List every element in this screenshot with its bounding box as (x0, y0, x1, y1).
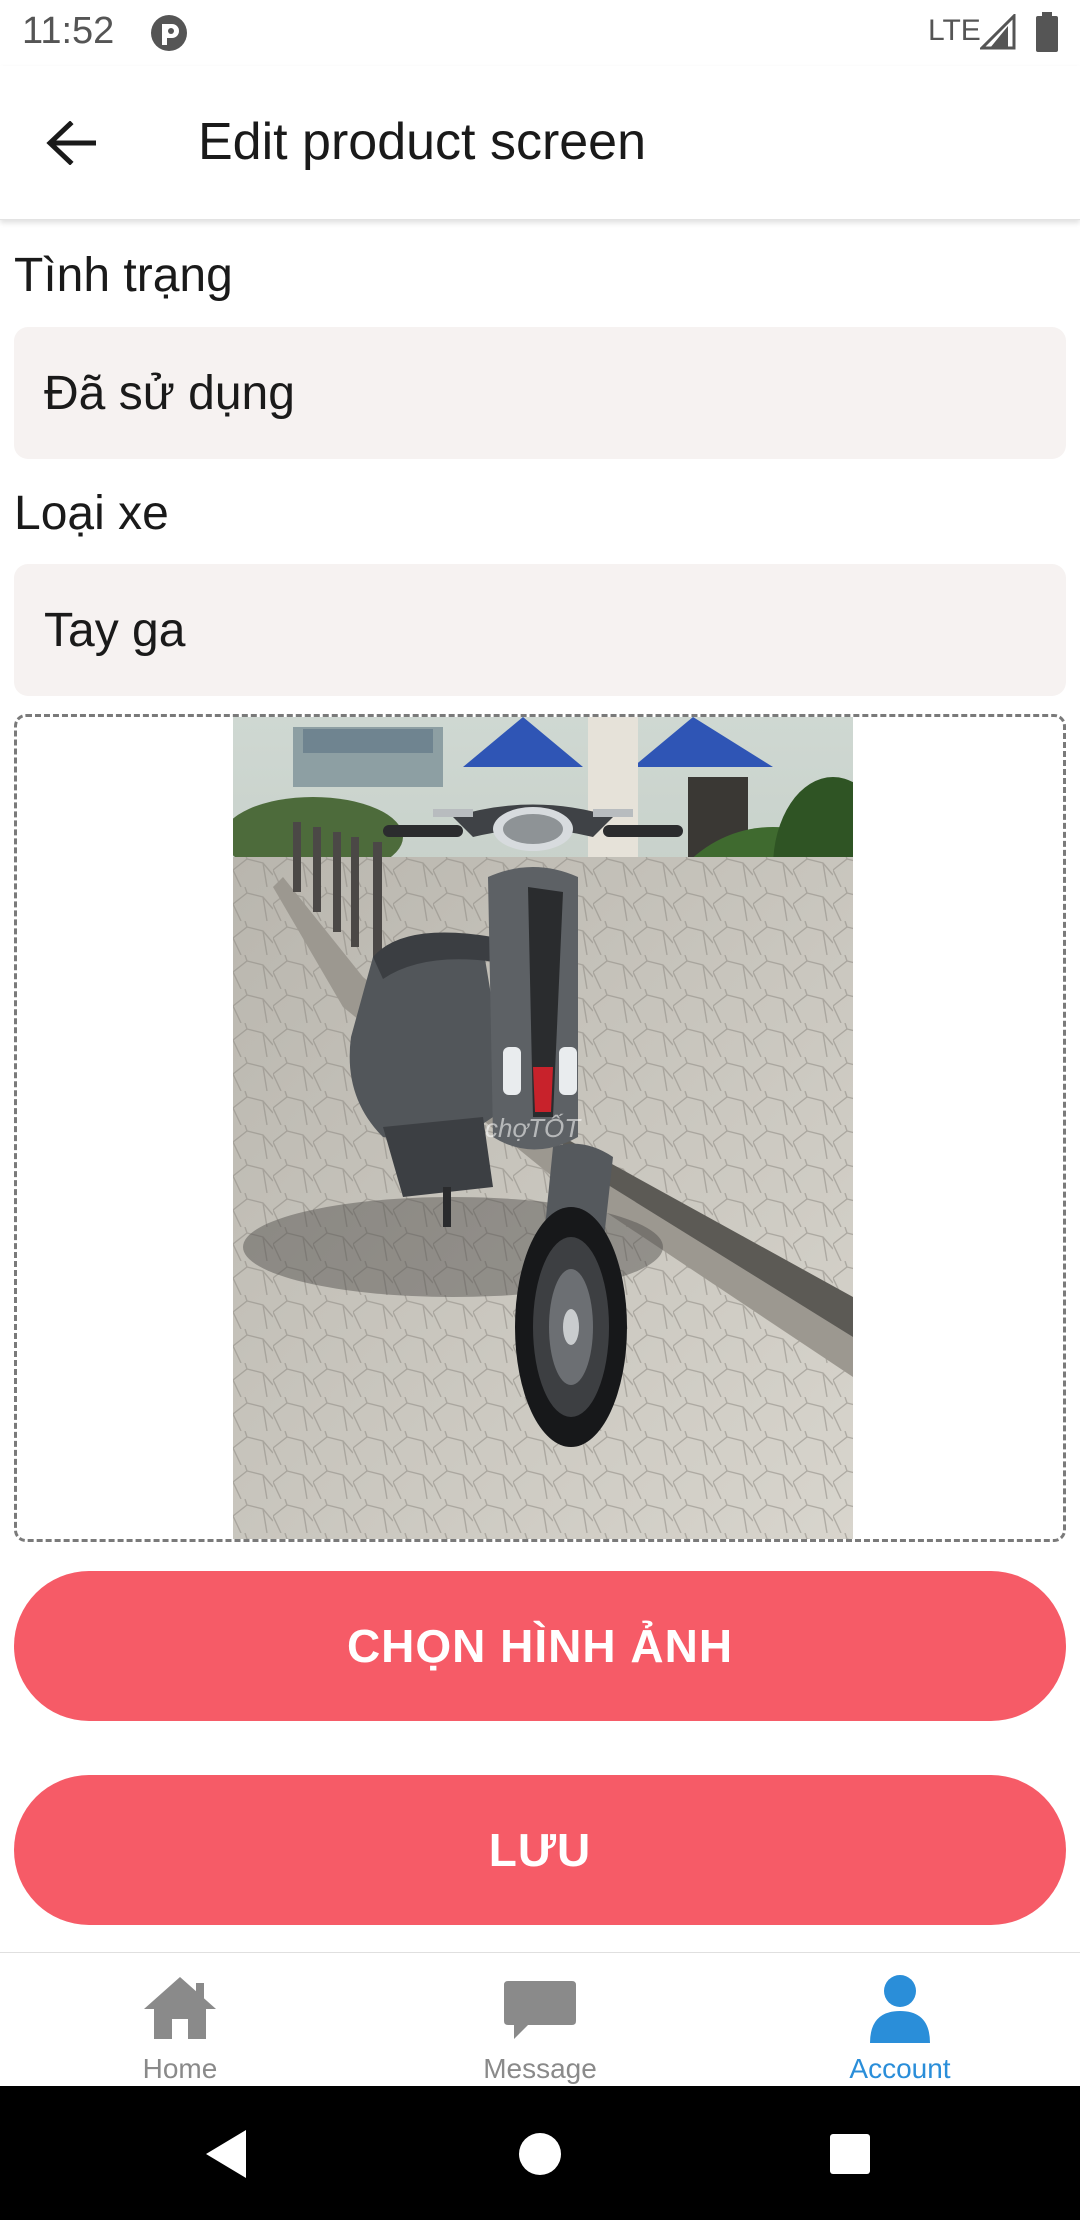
condition-field[interactable]: Đã sử dụng (14, 327, 1066, 459)
home-circle-icon[interactable] (508, 2122, 572, 2186)
app-notification-icon (150, 14, 188, 52)
home-icon (140, 1973, 220, 2045)
status-time: 11:52 (22, 10, 115, 52)
vehicle-type-field[interactable]: Tay ga (14, 564, 1066, 696)
arrow-back-icon (46, 119, 97, 170)
choose-image-button[interactable]: CHỌN HÌNH ẢNH (14, 1571, 1066, 1721)
bottom-navigation: Home Message Account (0, 1952, 1080, 2086)
signal-icon (978, 12, 1016, 50)
product-photo: chợTỐT (233, 717, 853, 1539)
status-bar: 11:52 LTE (0, 0, 1080, 66)
recents-square-icon[interactable] (818, 2122, 882, 2186)
vehicle-type-label: Loại xe (14, 487, 169, 540)
photo-watermark: chợTỐT (485, 1113, 582, 1143)
nav-label-account: Account (849, 2053, 951, 2084)
app-bar: Edit product screen (0, 66, 1080, 220)
save-button[interactable]: LƯU (14, 1775, 1066, 1925)
back-triangle-icon[interactable] (196, 2122, 260, 2186)
account-icon (860, 1973, 940, 2045)
back-button[interactable] (28, 110, 114, 180)
condition-label: Tình trạng (14, 249, 233, 302)
nav-label-message: Message (483, 2053, 597, 2084)
nav-item-home[interactable]: Home (0, 1953, 360, 2087)
message-icon (500, 1973, 580, 2045)
nav-item-account[interactable]: Account (720, 1953, 1080, 2087)
image-preview-frame: chợTỐT (14, 714, 1066, 1542)
network-type: LTE (928, 14, 981, 47)
page-title: Edit product screen (198, 113, 647, 171)
nav-item-message[interactable]: Message (360, 1953, 720, 2087)
system-navigation-bar (0, 2086, 1080, 2220)
battery-icon (1036, 12, 1058, 52)
nav-label-home: Home (142, 2053, 218, 2084)
